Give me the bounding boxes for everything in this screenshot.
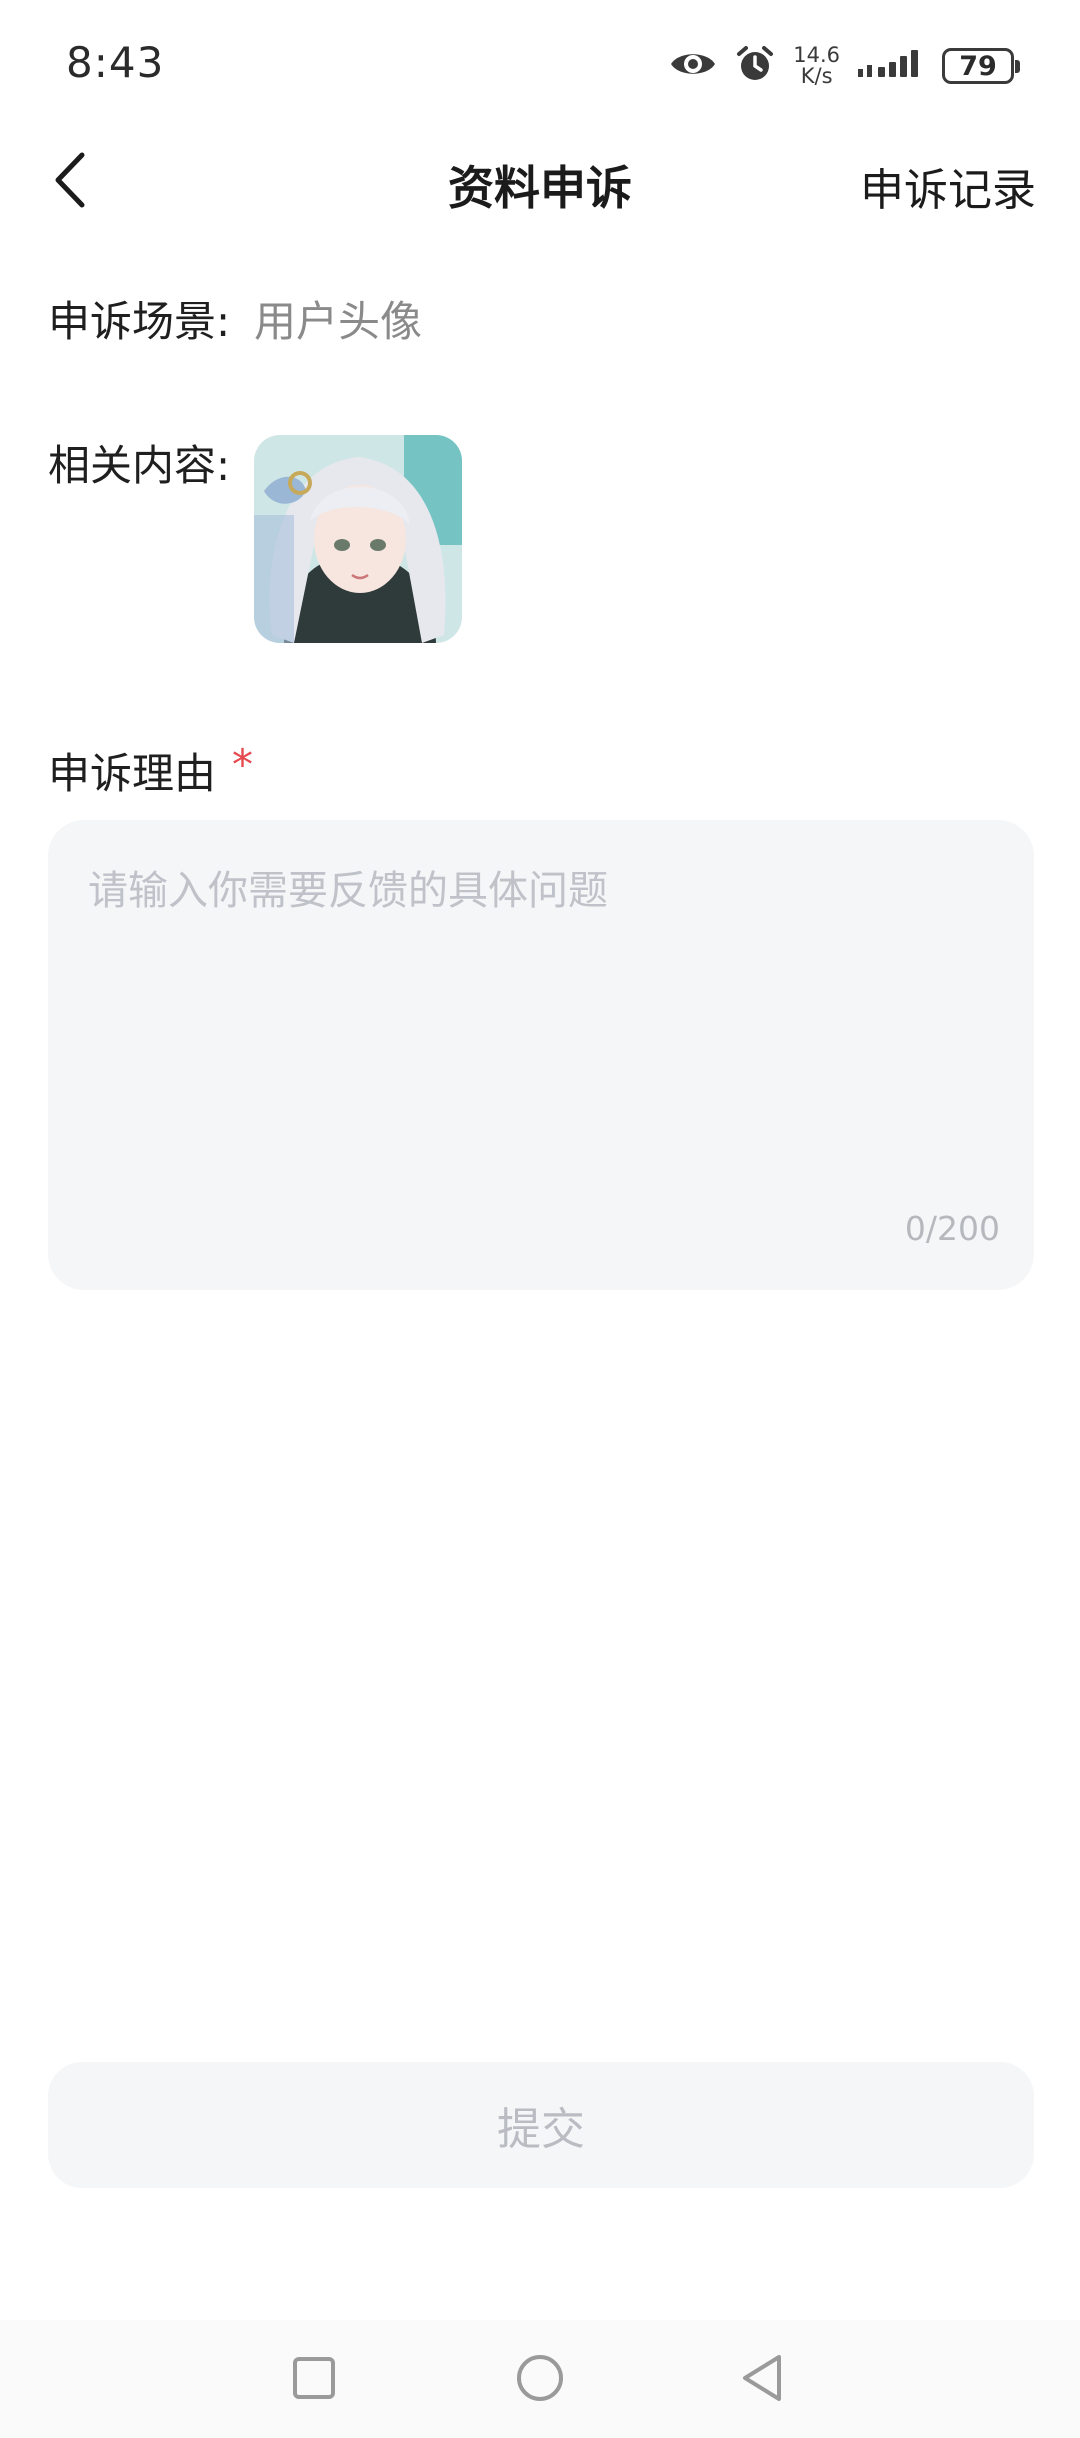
- square-icon: [291, 2355, 337, 2405]
- back-nav-button[interactable]: [730, 2348, 794, 2412]
- page-header: 资料申诉 申诉记录: [0, 130, 1080, 234]
- alarm-icon: [735, 44, 775, 88]
- network-speed: 14.6 K/s: [793, 45, 840, 87]
- appeal-records-link[interactable]: 申诉记录: [860, 154, 1036, 218]
- reason-placeholder: 请输入你需要反馈的具体问题: [88, 868, 608, 914]
- submit-button[interactable]: 提交: [48, 2062, 1034, 2188]
- status-icons: 14.6 K/s 79: [669, 44, 1020, 88]
- reason-label: 申诉理由: [48, 749, 217, 798]
- status-bar: 8:43 14.6 K/s 79: [0, 0, 1080, 130]
- character-counter: 0/200: [904, 1209, 1000, 1248]
- signal-icon: [858, 47, 924, 85]
- related-content-label: 相关内容:: [48, 441, 231, 490]
- scene-value: 用户头像: [254, 297, 423, 346]
- circle-icon: [515, 2353, 565, 2407]
- battery-icon: 79: [942, 48, 1020, 84]
- triangle-back-icon: [739, 2353, 785, 2407]
- recents-button[interactable]: [282, 2348, 346, 2412]
- scene-label: 申诉场景:: [48, 297, 231, 346]
- reason-textarea[interactable]: 请输入你需要反馈的具体问题 0/200: [48, 820, 1034, 1290]
- system-nav-bar: [0, 2320, 1080, 2438]
- network-speed-value: 14.6: [793, 43, 840, 67]
- eye-icon: [669, 47, 717, 85]
- battery-level: 79: [959, 50, 997, 82]
- network-speed-unit: K/s: [800, 64, 833, 88]
- status-time: 8:43: [66, 38, 165, 87]
- user-avatar[interactable]: [254, 435, 462, 643]
- required-marker: *: [232, 740, 253, 789]
- appeal-screen: 8:43 14.6 K/s 79 资料申诉 申诉记录 申诉场景: 用户头像 相关…: [0, 0, 1080, 2438]
- home-button[interactable]: [508, 2348, 572, 2412]
